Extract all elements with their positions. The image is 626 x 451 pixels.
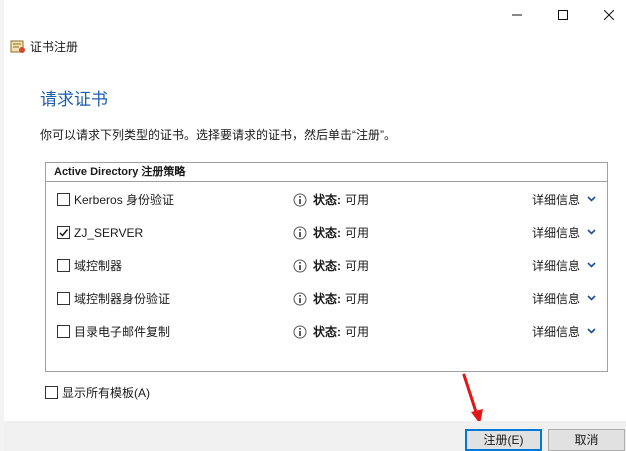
certificate-name: 域控制器身份验证 <box>74 292 171 306</box>
certificate-icon <box>10 39 26 55</box>
register-button[interactable]: 注册(E) <box>465 429 542 451</box>
certificate-name: ZJ_SERVER <box>74 226 144 240</box>
status-label: 状态: <box>313 193 341 207</box>
show-all-checkbox[interactable] <box>45 386 58 399</box>
details-link[interactable]: 详细信息 <box>532 191 580 209</box>
minimize-button[interactable] <box>494 0 540 30</box>
chevron-down-icon[interactable] <box>587 229 596 235</box>
status-value: 可用 <box>345 325 370 339</box>
info-icon <box>293 291 307 307</box>
chevron-down-icon[interactable] <box>587 328 596 334</box>
left-edge <box>0 0 4 451</box>
status-value: 可用 <box>345 259 370 273</box>
dialog-footer: 注册(E) 取消 <box>4 421 626 451</box>
certificate-checkbox[interactable] <box>57 226 70 239</box>
description-text: 你可以请求下列类型的证书。选择要请求的证书，然后单击“注册”。 <box>40 128 396 142</box>
certificate-row: Kerberos 身份验证 状态: 可用 详细信息 <box>46 189 607 211</box>
minimize-icon <box>512 14 522 16</box>
details-link[interactable]: 详细信息 <box>532 323 580 341</box>
maximize-button[interactable] <box>540 0 586 30</box>
details-link[interactable]: 详细信息 <box>532 290 580 308</box>
certificate-checkbox[interactable] <box>57 325 70 338</box>
certificate-checkbox[interactable] <box>57 292 70 305</box>
certificate-name: 目录电子邮件复制 <box>74 325 171 339</box>
certificate-checkbox[interactable] <box>57 259 70 272</box>
info-icon <box>293 225 307 241</box>
chevron-down-icon[interactable] <box>587 295 596 301</box>
status-label: 状态: <box>313 226 341 240</box>
cancel-button[interactable]: 取消 <box>548 429 625 451</box>
policy-group-header: Active Directory 注册策略 <box>46 163 607 182</box>
certificate-row: 域控制器 状态: 可用 详细信息 <box>46 255 607 277</box>
window-title: 证书注册 <box>30 40 79 54</box>
certificate-checkbox[interactable] <box>57 193 70 206</box>
close-icon <box>604 10 614 20</box>
status-label: 状态: <box>313 292 341 306</box>
policy-group: Active Directory 注册策略 Kerberos 身份验证 状态: … <box>45 162 608 372</box>
details-link[interactable]: 详细信息 <box>532 257 580 275</box>
info-icon <box>293 324 307 340</box>
certificate-row: ZJ_SERVER 状态: 可用 详细信息 <box>46 222 607 244</box>
certificate-row: 目录电子邮件复制 状态: 可用 详细信息 <box>46 321 607 343</box>
status-label: 状态: <box>313 259 341 273</box>
show-all-label[interactable]: 显示所有模板(A) <box>62 384 150 402</box>
status-value: 可用 <box>345 292 370 306</box>
certificate-name: Kerberos 身份验证 <box>74 193 175 207</box>
page-title: 请求证书 <box>40 90 108 109</box>
status-value: 可用 <box>345 226 370 240</box>
chevron-down-icon[interactable] <box>587 262 596 268</box>
policy-group-title: Active Directory 注册策略 <box>54 166 186 178</box>
status-label: 状态: <box>313 325 341 339</box>
details-link[interactable]: 详细信息 <box>532 224 580 242</box>
info-icon <box>293 258 307 274</box>
chevron-down-icon[interactable] <box>587 196 596 202</box>
checkmark-icon <box>59 229 69 237</box>
maximize-icon <box>558 10 568 20</box>
annotation-arrow-icon <box>462 373 483 424</box>
certificate-name: 域控制器 <box>74 259 123 273</box>
info-icon <box>293 192 307 208</box>
certificate-row: 域控制器身份验证 状态: 可用 详细信息 <box>46 288 607 310</box>
close-button[interactable] <box>586 0 626 30</box>
status-value: 可用 <box>345 193 370 207</box>
